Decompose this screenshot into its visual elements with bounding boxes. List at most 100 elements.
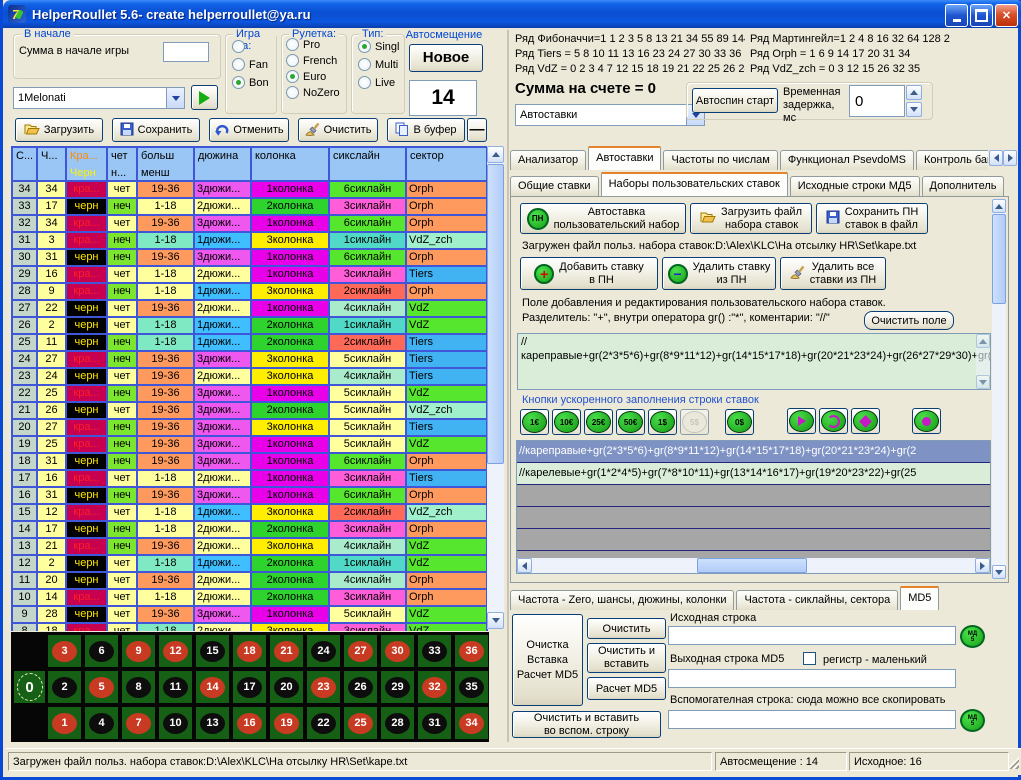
tab-Исходные строки МД5[interactable]: Исходные строки МД5 xyxy=(790,176,920,196)
board-cell-8[interactable]: 8 xyxy=(122,671,155,703)
radio-Singl[interactable]: Singl xyxy=(358,40,404,53)
copy-button[interactable]: В буфер xyxy=(387,118,465,142)
delay-input[interactable]: 0 xyxy=(849,85,905,117)
tab-Анализатор[interactable]: Анализатор xyxy=(510,150,586,170)
autospin-start-button[interactable]: Автоспин старт xyxy=(692,88,778,113)
md5-clear-button[interactable]: Очистить xyxy=(587,618,666,639)
board-cell-5[interactable]: 5 xyxy=(85,671,118,703)
shuffle-bet-button[interactable] xyxy=(851,408,880,434)
tab-Автоставки[interactable]: Автоставки xyxy=(588,146,661,170)
random-bet-button[interactable] xyxy=(912,408,941,434)
tabs-scroll-right-icon[interactable] xyxy=(1003,150,1017,166)
board-cell-2[interactable]: 2 xyxy=(48,671,81,703)
board-cell-10[interactable]: 10 xyxy=(159,707,192,739)
maximize-button[interactable] xyxy=(970,4,993,27)
radio-NoZero[interactable]: NoZero xyxy=(286,86,346,99)
board-cell-12[interactable]: 12 xyxy=(159,635,192,667)
panel-scrollbar[interactable] xyxy=(992,199,1006,579)
md5-source-input[interactable] xyxy=(668,626,956,645)
add-bet-button[interactable]: + Добавить ставкув ПН xyxy=(520,257,658,290)
board-cell-0[interactable]: 0 xyxy=(14,671,45,703)
board-cell-29[interactable]: 29 xyxy=(381,671,414,703)
board-cell-30[interactable]: 30 xyxy=(381,635,414,667)
delay-up-icon[interactable] xyxy=(906,85,922,100)
md5-clear-paste-calc-button[interactable]: ОчисткаВставкаРасчет MD5 xyxy=(512,614,583,706)
delete-all-bets-button[interactable]: Удалить всеставки из ПН xyxy=(780,257,886,290)
board-cell-7[interactable]: 7 xyxy=(122,707,155,739)
board-cell-33[interactable]: 33 xyxy=(418,635,451,667)
radio-Bon[interactable]: Bon xyxy=(232,76,276,89)
board-cell-9[interactable]: 9 xyxy=(122,635,155,667)
panel-splitter[interactable] xyxy=(507,30,509,742)
coin-button-50€[interactable]: 50€ xyxy=(616,409,645,435)
md5-aux-input[interactable] xyxy=(668,710,956,729)
new-button[interactable]: Новое xyxy=(409,44,483,72)
board-cell-31[interactable]: 31 xyxy=(418,707,451,739)
board-cell-16[interactable]: 16 xyxy=(233,707,266,739)
board-cell-4[interactable]: 4 xyxy=(85,707,118,739)
radio-Euro[interactable]: Euro xyxy=(286,70,346,83)
board-cell-1[interactable]: 1 xyxy=(48,707,81,739)
brush-button[interactable]: Очистить xyxy=(298,118,378,142)
tab-Дополнитель[interactable]: Дополнитель xyxy=(922,176,1005,196)
apply-bet-button[interactable] xyxy=(787,408,816,434)
combo-arrow-icon[interactable] xyxy=(166,88,184,108)
board-cell-6[interactable]: 6 xyxy=(85,635,118,667)
board-cell-20[interactable]: 20 xyxy=(270,671,303,703)
undo-button[interactable]: Отменить xyxy=(209,118,289,142)
board-cell-23[interactable]: 23 xyxy=(307,671,340,703)
md5-output-input[interactable] xyxy=(668,669,956,688)
floppy-button[interactable]: Сохранить xyxy=(112,118,200,142)
tab-Наборы пользовательских ставок[interactable]: Наборы пользовательских ставок xyxy=(601,172,788,196)
minus-button[interactable]: — xyxy=(467,118,487,142)
board-cell-25[interactable]: 25 xyxy=(344,707,377,739)
tab-Общие ставки[interactable]: Общие ставки xyxy=(510,176,599,196)
list-hscrollbar[interactable] xyxy=(517,558,990,573)
md5-clear-paste-aux-button[interactable]: Очистить и вставитьво вспом. строку xyxy=(512,711,661,738)
scroll-thumb[interactable] xyxy=(487,164,504,464)
board-cell-18[interactable]: 18 xyxy=(233,635,266,667)
board-cell-3[interactable]: 3 xyxy=(48,635,81,667)
board-cell-14[interactable]: 14 xyxy=(196,671,229,703)
md5-clear-paste-button[interactable]: Очистить ивставить xyxy=(587,643,666,673)
scroll-up-icon[interactable] xyxy=(487,146,504,163)
folder-open-button[interactable]: Загрузить xyxy=(15,118,103,142)
coin-button-1€[interactable]: 1€ xyxy=(520,409,549,435)
tab-Частота - Zero, шансы, дюжины, колонки[interactable]: Частота - Zero, шансы, дюжины, колонки xyxy=(510,590,734,610)
tab-Функционал PsevdoMS[interactable]: Функционал PsevdoMS xyxy=(780,150,914,170)
save-set-file-button[interactable]: Сохранить ПНставок в файл xyxy=(816,203,928,234)
board-cell-27[interactable]: 27 xyxy=(344,635,377,667)
radio-French[interactable]: French xyxy=(286,54,346,67)
md5-aux-badge-button[interactable]: МД5 xyxy=(960,709,985,732)
play-button[interactable] xyxy=(191,85,218,110)
radio-Multi[interactable]: Multi xyxy=(358,58,404,71)
tab-Частота - сиклайны, сектора[interactable]: Частота - сиклайны, сектора xyxy=(736,590,898,610)
board-cell-21[interactable]: 21 xyxy=(270,635,303,667)
bets-mode-select[interactable]: Автоставки xyxy=(515,104,705,126)
tab-MD5[interactable]: MD5 xyxy=(900,586,939,610)
delay-down-icon[interactable] xyxy=(906,102,922,117)
board-cell-22[interactable]: 22 xyxy=(307,707,340,739)
scroll-thumb[interactable] xyxy=(992,214,1006,304)
start-sum-input[interactable] xyxy=(163,42,209,62)
hscroll-thumb[interactable] xyxy=(697,558,807,573)
board-cell-19[interactable]: 19 xyxy=(270,707,303,739)
clear-field-button[interactable]: Очистить поле xyxy=(864,311,954,330)
board-cell-15[interactable]: 15 xyxy=(196,635,229,667)
board-cell-13[interactable]: 13 xyxy=(196,707,229,739)
board-cell-28[interactable]: 28 xyxy=(381,707,414,739)
board-cell-11[interactable]: 11 xyxy=(159,671,192,703)
board-cell-24[interactable]: 24 xyxy=(307,635,340,667)
load-set-file-button[interactable]: Загрузить файлнабора ставок xyxy=(690,203,812,234)
board-cell-34[interactable]: 34 xyxy=(455,707,488,739)
radio-Fan[interactable]: Fan xyxy=(232,58,276,71)
edit-scrollbar[interactable] xyxy=(976,334,990,389)
profile-select[interactable]: 1Melonati xyxy=(13,87,185,109)
tab-Частоты по числам[interactable]: Частоты по числам xyxy=(663,150,777,170)
coin-button-1$[interactable]: 1$ xyxy=(648,409,677,435)
board-cell-36[interactable]: 36 xyxy=(455,635,488,667)
bet-edit-textarea[interactable]: //кареправые+gr(2*3*5*6)+gr(8*9*11*12)+g… xyxy=(517,333,991,390)
board-cell-35[interactable]: 35 xyxy=(455,671,488,703)
tabs-scroll-left-icon[interactable] xyxy=(989,150,1003,166)
minimize-button[interactable] xyxy=(945,4,968,27)
